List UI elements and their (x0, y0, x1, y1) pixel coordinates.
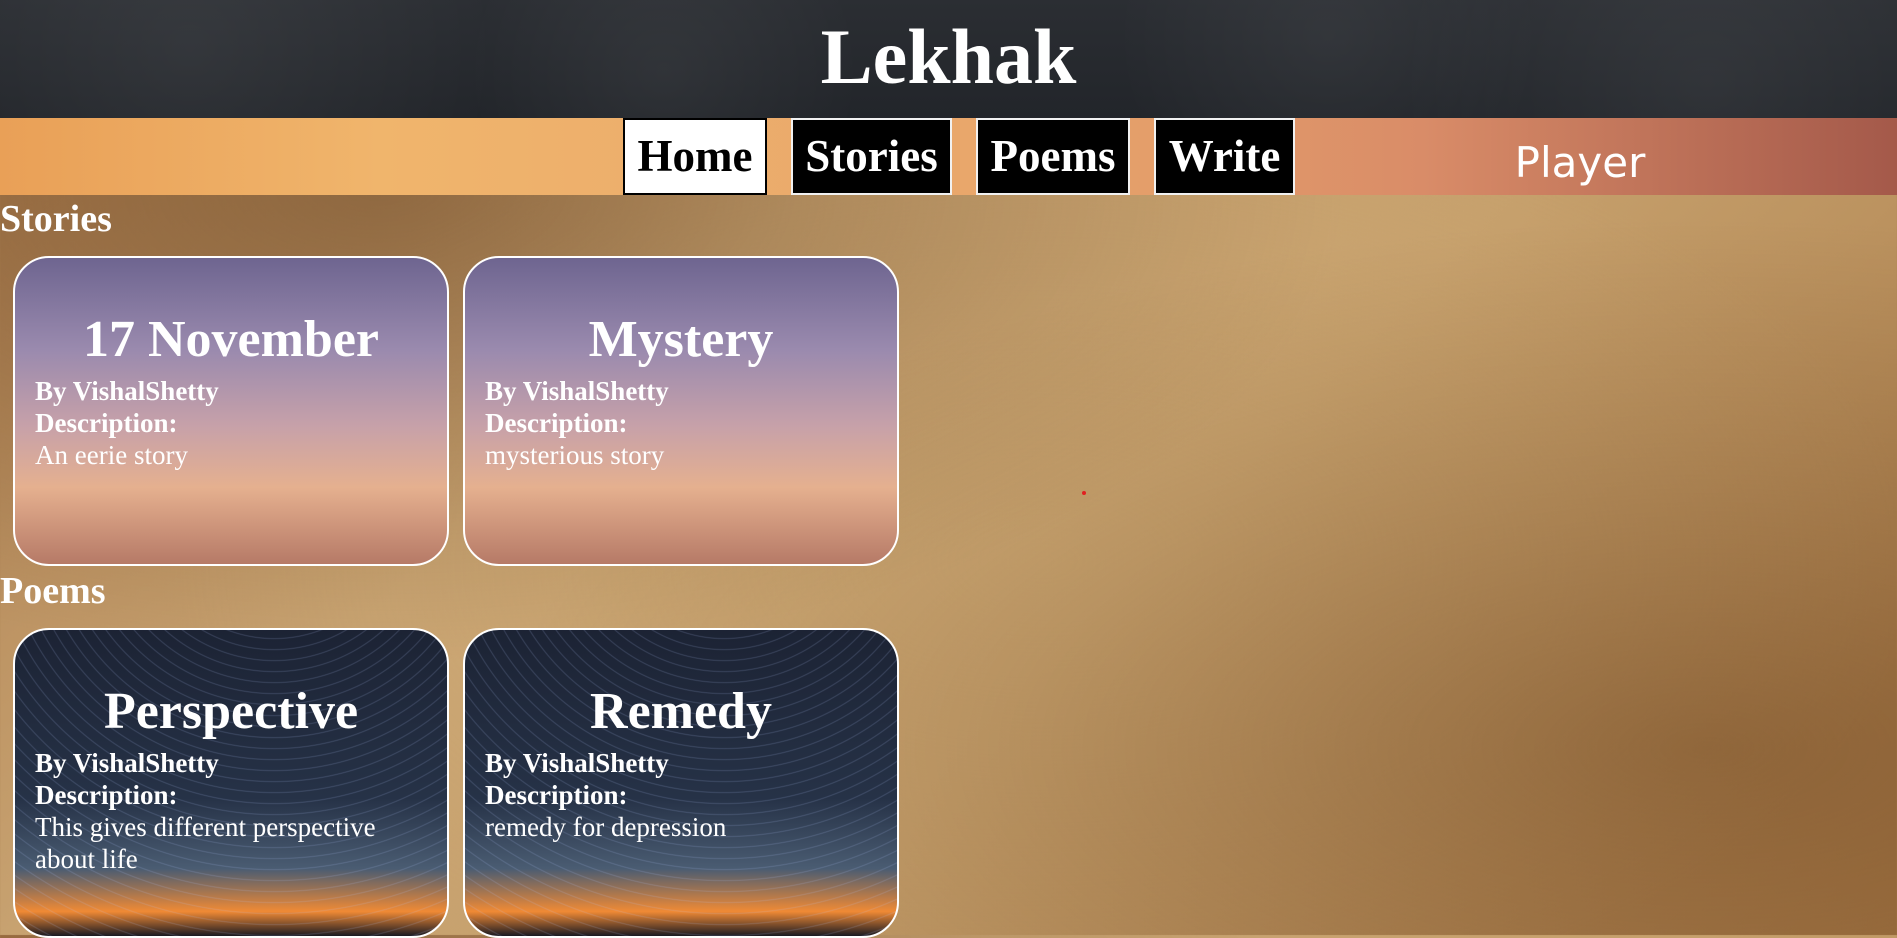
story-card-mystery[interactable]: Mystery By VishalShetty Description: mys… (463, 256, 899, 566)
card-description-label: Description: (485, 780, 628, 810)
card-title: 17 November (82, 311, 380, 368)
card-description-label: Description: (35, 780, 178, 810)
poem-card-perspective[interactable]: Perspective By VishalShetty Description:… (13, 628, 449, 938)
card-description-label: Description: (485, 408, 628, 438)
poems-heading: Poems (0, 570, 106, 612)
card-title: Remedy (590, 683, 772, 740)
nav-home-button[interactable]: Home (623, 118, 767, 195)
cursor-dot (1082, 491, 1086, 495)
nav-poems-button[interactable]: Poems (976, 118, 1130, 195)
nav-stories-button[interactable]: Stories (791, 118, 952, 195)
site-header: Lekhak (0, 0, 1897, 118)
poem-card-remedy[interactable]: Remedy By VishalShetty Description: reme… (463, 628, 899, 938)
card-author: By VishalShetty (35, 376, 219, 406)
card-author: By VishalShetty (485, 748, 669, 778)
card-description: mysterious story (485, 440, 665, 470)
card-title: Mystery (588, 311, 774, 368)
card-title: Perspective (103, 683, 359, 740)
site-title: Lekhak (820, 13, 1077, 100)
card-author: By VishalShetty (485, 376, 669, 406)
card-description: This gives different perspective about l… (35, 812, 376, 874)
player-label[interactable]: Player (1490, 118, 1670, 195)
nav-write-button[interactable]: Write (1154, 118, 1295, 195)
card-description: remedy for depression (485, 812, 727, 842)
card-author: By VishalShetty (35, 748, 219, 778)
card-description-label: Description: (35, 408, 178, 438)
story-card-17-november[interactable]: 17 November By VishalShetty Description:… (13, 256, 449, 566)
card-description: An eerie story (35, 440, 188, 470)
stories-heading: Stories (0, 198, 112, 240)
